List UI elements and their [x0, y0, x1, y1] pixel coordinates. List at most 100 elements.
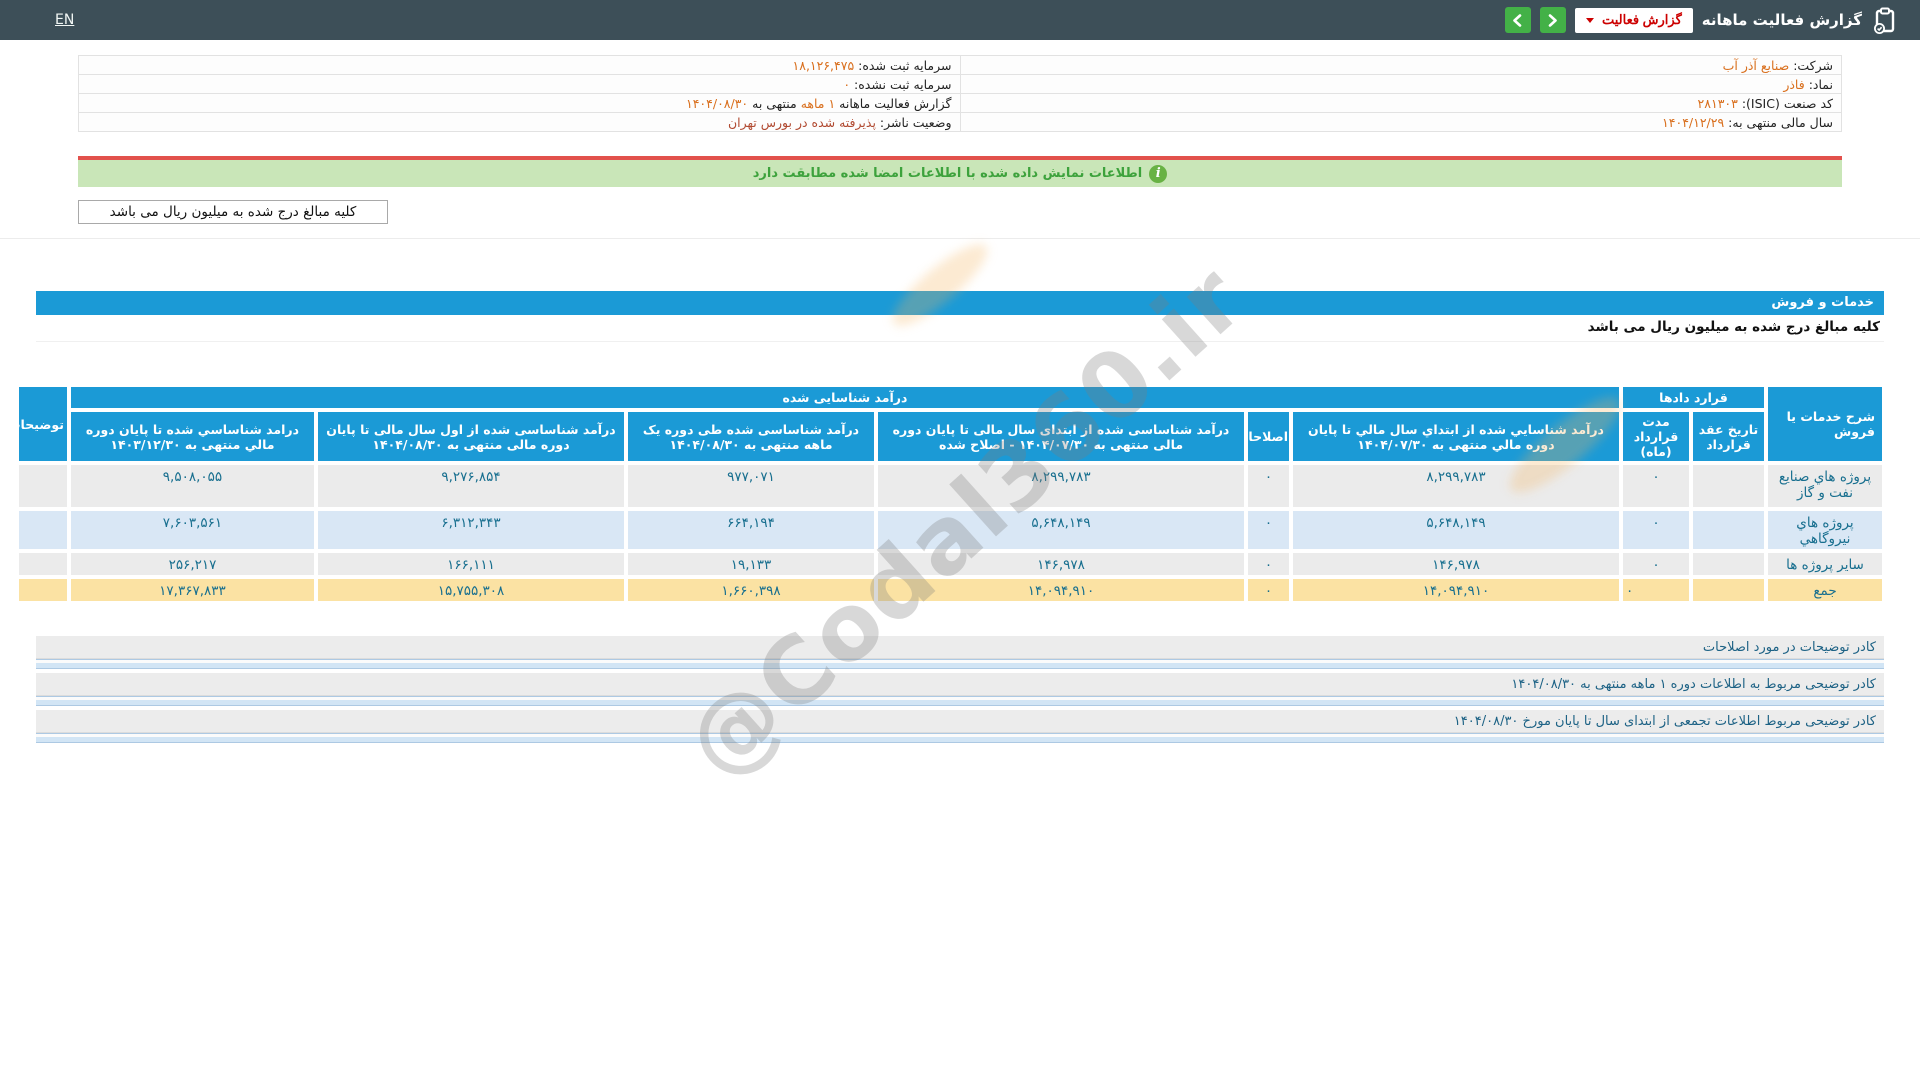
col-rev-month-header: درآمد شناساسی شده طی دوره یک ماهه منتهی …: [626, 410, 876, 463]
report-type-dropdown-label: گزارش فعالیت: [1601, 12, 1682, 27]
page-title: گزارش فعالیت ماهانه: [1701, 11, 1862, 29]
company-info-table: شرکت: صنایع آذر آب سرمایه ثبت شده: ۱۸,۱۲…: [78, 55, 1842, 132]
col-comments-header: توضیحات: [16, 385, 69, 463]
cell-adjustments: ۰: [1246, 551, 1291, 577]
signed-info-text: اطلاعات نمایش داده شده با اطلاعات امضا ش…: [752, 166, 1143, 181]
cell-comments: [16, 577, 69, 603]
fiscal-year-label: سال مالی منتهی به:: [1728, 114, 1833, 130]
cell-rev-prev-year: ۱۷,۳۶۷,۸۳۳: [68, 577, 316, 603]
cell-rev-month: ۹۷۷,۰۷۱: [626, 463, 876, 509]
colgroup-revenue-header: درآمد شناسایی شده: [68, 385, 1621, 410]
cell-duration: ۰: [1621, 463, 1691, 509]
cell-rev-ytd: ۹,۲۷۶,۸۵۴: [316, 463, 626, 509]
cell-comments: [16, 551, 69, 577]
cell-row-label: جمع: [1766, 577, 1884, 603]
cell-rev-ytd: ۶,۳۱۲,۳۴۳: [316, 509, 626, 551]
cell-rev-ytd: ۱۵,۷۵۵,۳۰۸: [316, 577, 626, 603]
top-bar: گزارش فعالیت ماهانه گزارش فعالیت EN: [0, 0, 1920, 40]
cell-adjustments: ۰: [1246, 509, 1291, 551]
next-report-button[interactable]: [1539, 7, 1566, 33]
cell-rev-to-0730: ۱۴۶,۹۷۸: [1291, 551, 1621, 577]
cell-rev-prev-year: ۹,۵۰۸,۰۵۵: [68, 463, 316, 509]
cell-row-label: سایر پروژه ها: [1766, 551, 1884, 577]
col-contract-date-header: تاریخ عقد قرارداد: [1691, 410, 1766, 463]
colgroup-contracts-header: قرارد دادها: [1621, 385, 1766, 410]
report-period-label: گزارش فعالیت ماهانه: [839, 95, 952, 111]
chevron-down-icon: [1585, 17, 1594, 23]
cell-comments: [16, 463, 69, 509]
previous-report-button[interactable]: [1504, 7, 1531, 33]
cell-rev-month: ۱۹,۱۳۳: [626, 551, 876, 577]
symbol-label: نماد:: [1808, 76, 1833, 92]
explanation-textbox[interactable]: [36, 733, 1884, 743]
report-period-date: ۱۴۰۴/۰۸/۳۰: [686, 95, 749, 111]
col-rev-ytd-header: درآمد شناساسی شده از اول سال مالی تا پای…: [316, 410, 626, 463]
company-label: شرکت:: [1793, 57, 1833, 73]
services-sales-section: خدمات و فروش کلیه مبالغ درج شده به میلیو…: [16, 291, 1884, 603]
topbar-controls: گزارش فعالیت ماهانه گزارش فعالیت: [1504, 7, 1898, 34]
report-period-months: ۱ ماهه: [800, 95, 836, 111]
issuer-status-cell: وضعیت ناشر: پذیرفته شده در بورس تهران: [78, 112, 961, 132]
cell-rev-to-0730-adj: ۵,۶۴۸,۱۴۹: [876, 509, 1246, 551]
symbol-value: فاذر: [1783, 76, 1805, 92]
company-value: صنایع آذر آب: [1722, 57, 1790, 73]
cell-rev-ytd: ۱۶۶,۱۱۱: [316, 551, 626, 577]
cell-duration: ۰: [1621, 551, 1691, 577]
section-amounts-note: کلیه مبالغ درج شده به میلیون ریال می باش…: [36, 315, 1884, 342]
table-row: پروژه هاي نيروگاهي ۰ ۵,۶۴۸,۱۴۹ ۰ ۵,۶۴۸,۱…: [16, 509, 1884, 551]
explanation-period: کادر توضیحی مربوط به اطلاعات دوره ۱ ماهه…: [36, 673, 1884, 706]
cell-adjustments: ۰: [1246, 577, 1291, 603]
clipboard-report-icon: [1871, 7, 1898, 34]
isic-code-cell: کد صنعت (ISIC): ۲۸۱۳۰۳: [959, 93, 1842, 113]
explanation-textbox[interactable]: [36, 659, 1884, 669]
cell-contract-date: [1691, 463, 1766, 509]
cell-rev-prev-year: ۲۵۶,۲۱۷: [68, 551, 316, 577]
table-total-row: جمع ۰ ۱۴,۰۹۴,۹۱۰ ۰ ۱۴,۰۹۴,۹۱۰ ۱,۶۶۰,۳۹۸ …: [16, 577, 1884, 603]
cell-rev-to-0730: ۱۴,۰۹۴,۹۱۰: [1291, 577, 1621, 603]
cell-rev-month: ۱,۶۶۰,۳۹۸: [626, 577, 876, 603]
col-rev-to-0730-adj-header: درآمد شناساسی شده از ابتدای سال مالی تا …: [876, 410, 1246, 463]
col-rev-prev-year-header: درامد شناساسي شده تا پایان دوره مالي منت…: [68, 410, 316, 463]
unregistered-capital-label: سرمایه ثبت نشده:: [854, 76, 952, 92]
amounts-note-box: کلیه مبالغ درج شده به میلیون ریال می باش…: [78, 200, 388, 224]
unregistered-capital-value: ۰: [843, 76, 851, 92]
cell-contract-date: [1691, 509, 1766, 551]
cell-adjustments: ۰: [1246, 463, 1291, 509]
explanation-adjustments: کادر توضیحات در مورد اصلاحات: [36, 636, 1884, 669]
col-duration-header: مدت قرارداد (ماه): [1621, 410, 1691, 463]
table-row: کد صنعت (ISIC): ۲۸۱۳۰۳ گزارش فعالیت ماها…: [78, 93, 1842, 113]
issuer-status-value: پذیرفته شده در بورس تهران: [727, 114, 876, 130]
cell-rev-to-0730-adj: ۱۴,۰۹۴,۹۱۰: [876, 577, 1246, 603]
services-sales-table: شرح خدمات یا فروش قرارد دادها درآمد شناس…: [16, 385, 1884, 603]
cell-rev-to-0730: ۸,۲۹۹,۷۸۳: [1291, 463, 1621, 509]
report-type-dropdown[interactable]: گزارش فعالیت: [1574, 7, 1693, 33]
table-row: سایر پروژه ها ۰ ۱۴۶,۹۷۸ ۰ ۱۴۶,۹۷۸ ۱۹,۱۳۳…: [16, 551, 1884, 577]
unregistered-capital-cell: سرمایه ثبت نشده: ۰: [78, 74, 961, 94]
cell-rev-month: ۶۶۴,۱۹۴: [626, 509, 876, 551]
chevron-left-icon: [1513, 13, 1522, 27]
language-switch-en[interactable]: EN: [55, 12, 74, 28]
explanation-textbox[interactable]: [36, 696, 1884, 706]
explanation-label: کادر توضیحات در مورد اصلاحات: [36, 636, 1884, 659]
explanation-label: کادر توضیحی مربوط اطلاعات تجمعی از ابتدا…: [36, 710, 1884, 733]
cell-rev-to-0730-adj: ۱۴۶,۹۷۸: [876, 551, 1246, 577]
cell-rev-to-0730: ۵,۶۴۸,۱۴۹: [1291, 509, 1621, 551]
fiscal-year-value: ۱۴۰۴/۱۲/۲۹: [1662, 114, 1725, 130]
explanation-label: کادر توضیحی مربوط به اطلاعات دوره ۱ ماهه…: [36, 673, 1884, 696]
col-description-header: شرح خدمات یا فروش: [1766, 385, 1884, 463]
cell-row-label: پروژه هاي نيروگاهي: [1766, 509, 1884, 551]
cell-rev-prev-year: ۷,۶۰۳,۵۶۱: [68, 509, 316, 551]
registered-capital-cell: سرمایه ثبت شده: ۱۸,۱۲۶,۴۷۵: [78, 55, 961, 75]
table-row: پروژه هاي صنایع نفت و گاز ۰ ۸,۲۹۹,۷۸۳ ۰ …: [16, 463, 1884, 509]
symbol-cell: نماد: فاذر: [959, 74, 1842, 94]
table-group-header-row: شرح خدمات یا فروش قرارد دادها درآمد شناس…: [16, 385, 1884, 463]
signed-info-notice: i اطلاعات نمایش داده شده با اطلاعات امضا…: [78, 160, 1842, 187]
company-name-cell: شرکت: صنایع آذر آب: [959, 55, 1842, 75]
table-row: شرکت: صنایع آذر آب سرمایه ثبت شده: ۱۸,۱۲…: [78, 55, 1842, 75]
section-header: خدمات و فروش: [36, 291, 1884, 315]
table-sub-header-row: تاریخ عقد قرارداد مدت قرارداد (ماه) درآم…: [17, 410, 1884, 463]
cell-rev-to-0730-adj: ۸,۲۹۹,۷۸۳: [876, 463, 1246, 509]
company-info-panel: شرکت: صنایع آذر آب سرمایه ثبت شده: ۱۸,۱۲…: [78, 55, 1842, 132]
col-adjustments-header: اصلاحات: [1246, 410, 1291, 463]
section-divider: [0, 238, 1920, 239]
